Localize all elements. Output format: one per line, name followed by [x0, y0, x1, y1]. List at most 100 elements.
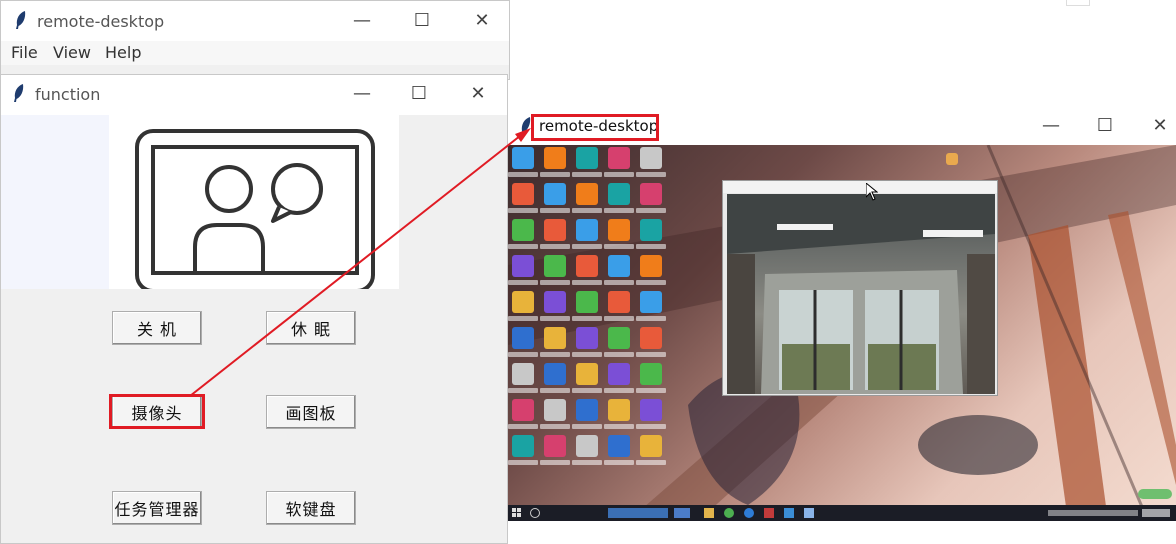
- camera-feed: [727, 194, 995, 394]
- desktop-app-label: [636, 280, 666, 285]
- desktop-app-icon[interactable]: [512, 435, 534, 457]
- desktop-app-label: [508, 172, 538, 177]
- paint-button[interactable]: 画图板: [266, 395, 356, 429]
- desktop-app-icon[interactable]: [608, 219, 630, 241]
- folder-icon[interactable]: [704, 508, 714, 518]
- close-button[interactable]: ✕: [1137, 115, 1176, 136]
- remote-taskbar[interactable]: [508, 505, 1176, 521]
- desktop-app-icon[interactable]: [576, 147, 598, 169]
- desktop-app-icon[interactable]: [608, 399, 630, 421]
- desktop-app-label: [508, 244, 538, 249]
- feather-icon: [14, 84, 24, 102]
- sleep-button[interactable]: 休 眠: [266, 311, 356, 345]
- maximize-button[interactable]: ☐: [396, 83, 442, 104]
- desktop-app-icon[interactable]: [544, 327, 566, 349]
- desktop-app-icon[interactable]: [576, 399, 598, 421]
- desktop-app-icon[interactable]: [544, 147, 566, 169]
- desktop-app-label: [604, 208, 634, 213]
- desktop-app-icon[interactable]: [640, 435, 662, 457]
- search-icon[interactable]: [530, 508, 540, 518]
- widget-icon[interactable]: [946, 153, 958, 165]
- desktop-app-icon[interactable]: [640, 219, 662, 241]
- desktop-app-icon[interactable]: [544, 291, 566, 313]
- main-window-titlebar[interactable]: remote-desktop — ☐ ✕: [1, 1, 509, 41]
- desktop-app-icon[interactable]: [640, 291, 662, 313]
- taskbar-app[interactable]: [674, 508, 690, 518]
- camera-window[interactable]: [722, 180, 998, 396]
- desktop-app-label: [540, 280, 570, 285]
- remote-screen[interactable]: [508, 145, 1176, 521]
- desktop-app-icon[interactable]: [640, 363, 662, 385]
- close-button[interactable]: ✕: [455, 83, 501, 104]
- system-tray[interactable]: [1048, 510, 1138, 516]
- desktop-app-icon[interactable]: [544, 435, 566, 457]
- menu-view[interactable]: View: [53, 43, 91, 62]
- windows-start-icon[interactable]: [512, 508, 522, 518]
- maximize-button[interactable]: ☐: [1082, 115, 1128, 136]
- desktop-app-label: [572, 424, 602, 429]
- desktop-app-label: [636, 316, 666, 321]
- edge-icon[interactable]: [744, 508, 754, 518]
- desktop-app-icon[interactable]: [512, 255, 534, 277]
- close-button[interactable]: ✕: [459, 10, 505, 31]
- desktop-app-icon[interactable]: [608, 327, 630, 349]
- desktop-app-icon[interactable]: [512, 291, 534, 313]
- desktop-app-icon[interactable]: [608, 183, 630, 205]
- camera-feed-image: [727, 194, 995, 394]
- desktop-app-label: [508, 424, 538, 429]
- desktop-app-icon[interactable]: [576, 219, 598, 241]
- desktop-app-icon[interactable]: [608, 255, 630, 277]
- desktop-app-label: [540, 172, 570, 177]
- desktop-app-icon[interactable]: [640, 255, 662, 277]
- desktop-app-icon[interactable]: [576, 291, 598, 313]
- camera-window-titlebar[interactable]: [723, 181, 997, 193]
- minimize-button[interactable]: —: [1028, 115, 1074, 136]
- desktop-app-icon[interactable]: [640, 327, 662, 349]
- desktop-app-icon[interactable]: [576, 327, 598, 349]
- desktop-app-label: [604, 424, 634, 429]
- desktop-app-icon[interactable]: [576, 183, 598, 205]
- desktop-app-icon[interactable]: [576, 363, 598, 385]
- desktop-app-icon[interactable]: [576, 435, 598, 457]
- desktop-app-icon[interactable]: [512, 183, 534, 205]
- desktop-app-label: [636, 388, 666, 393]
- minimize-button[interactable]: —: [339, 83, 385, 104]
- maximize-button[interactable]: ☐: [399, 10, 445, 31]
- task-manager-button[interactable]: 任务管理器: [112, 491, 202, 525]
- desktop-app-icon[interactable]: [608, 291, 630, 313]
- desktop-app-icon[interactable]: [544, 255, 566, 277]
- desktop-app-icon[interactable]: [512, 399, 534, 421]
- desktop-app-icon[interactable]: [576, 255, 598, 277]
- menu-help[interactable]: Help: [105, 43, 141, 62]
- desktop-app-icon[interactable]: [640, 147, 662, 169]
- desktop-app-icon[interactable]: [640, 399, 662, 421]
- desktop-app-icon[interactable]: [608, 435, 630, 457]
- video-chat-illustration: [109, 115, 399, 293]
- desktop-app-label: [540, 208, 570, 213]
- desktop-app-label: [572, 172, 602, 177]
- menu-file[interactable]: File: [11, 43, 38, 62]
- taskbar-app[interactable]: [764, 508, 774, 518]
- desktop-app-icon[interactable]: [608, 147, 630, 169]
- taskbar-app[interactable]: [784, 508, 794, 518]
- minimize-button[interactable]: —: [339, 10, 385, 31]
- desktop-app-icon[interactable]: [544, 219, 566, 241]
- keyboard-button[interactable]: 软键盘: [266, 491, 356, 525]
- desktop-app-icon[interactable]: [512, 327, 534, 349]
- function-window-titlebar[interactable]: function — ☐ ✕: [1, 75, 507, 115]
- wechat-icon[interactable]: [724, 508, 734, 518]
- desktop-app-icon[interactable]: [544, 363, 566, 385]
- window-edge: [1066, 0, 1090, 6]
- desktop-app-label: [508, 388, 538, 393]
- taskbar-browser-tab[interactable]: [608, 508, 668, 518]
- desktop-app-icon[interactable]: [544, 183, 566, 205]
- taskbar-app[interactable]: [804, 508, 814, 518]
- desktop-app-icon[interactable]: [608, 363, 630, 385]
- desktop-app-icon[interactable]: [512, 147, 534, 169]
- desktop-app-icon[interactable]: [640, 183, 662, 205]
- desktop-app-icon[interactable]: [512, 363, 534, 385]
- desktop-app-icon[interactable]: [512, 219, 534, 241]
- widget-icon[interactable]: [1138, 489, 1172, 499]
- desktop-app-icon[interactable]: [544, 399, 566, 421]
- shutdown-button[interactable]: 关 机: [112, 311, 202, 345]
